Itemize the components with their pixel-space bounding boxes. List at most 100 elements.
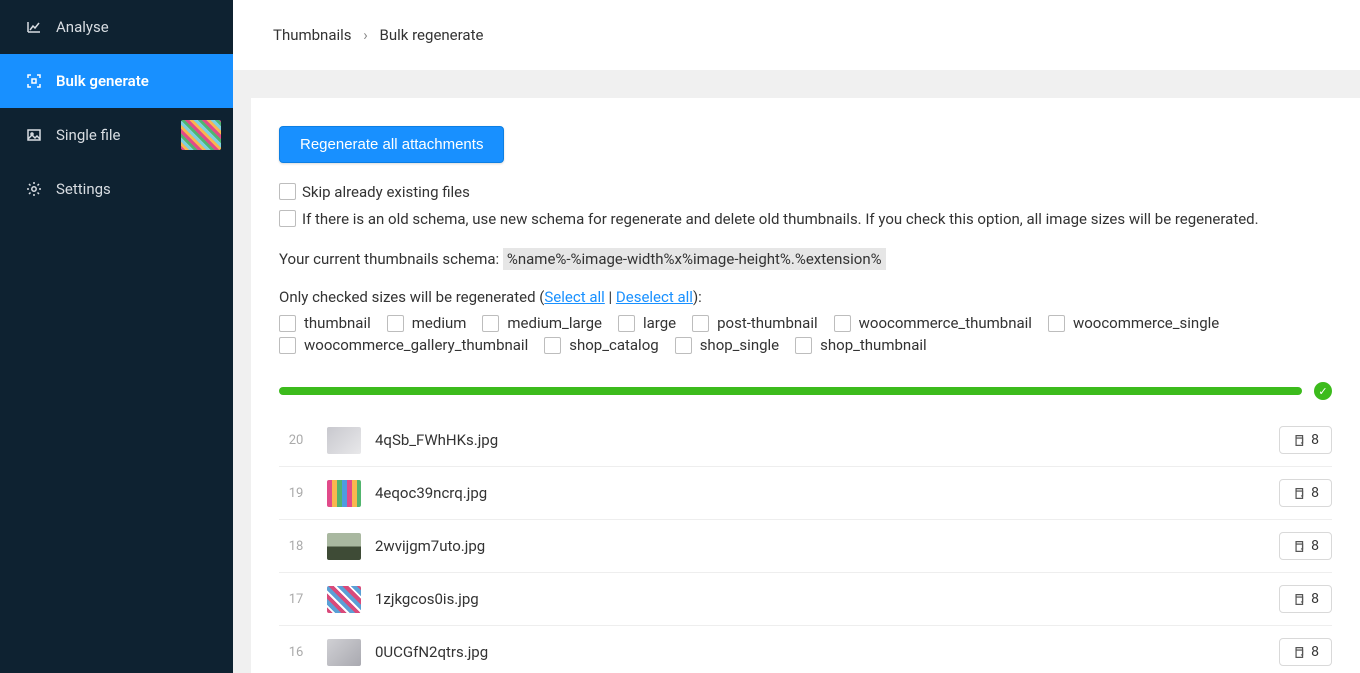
size-option-medium_large: medium_large bbox=[482, 314, 602, 332]
file-count-badge[interactable]: 8 bbox=[1279, 479, 1332, 507]
file-row: 16 0UCGfN2qtrs.jpg 8 bbox=[279, 626, 1332, 673]
file-count: 8 bbox=[1311, 432, 1319, 448]
breadcrumb-root[interactable]: Thumbnails bbox=[273, 26, 352, 44]
size-label: medium_large bbox=[507, 314, 602, 332]
select-all-link[interactable]: Select all bbox=[544, 288, 604, 306]
size-label: medium bbox=[412, 314, 467, 332]
size-option-woocommerce_single: woocommerce_single bbox=[1048, 314, 1219, 332]
old-schema-checkbox[interactable] bbox=[279, 210, 296, 227]
file-thumbnail bbox=[327, 586, 361, 613]
size-label: shop_single bbox=[700, 336, 779, 354]
copy-icon bbox=[1292, 487, 1305, 500]
copy-icon bbox=[1292, 540, 1305, 553]
deselect-all-link[interactable]: Deselect all bbox=[616, 288, 693, 306]
file-count-badge[interactable]: 8 bbox=[1279, 585, 1332, 613]
file-row: 19 4eqoc39ncrq.jpg 8 bbox=[279, 467, 1332, 520]
size-label: woocommerce_single bbox=[1073, 314, 1219, 332]
size-checkbox-large[interactable] bbox=[618, 315, 635, 332]
progress: ✓ bbox=[279, 382, 1332, 400]
size-checkbox-medium_large[interactable] bbox=[482, 315, 499, 332]
file-thumbnail bbox=[327, 427, 361, 454]
file-row: 20 4qSb_FWhHKs.jpg 8 bbox=[279, 414, 1332, 467]
file-number: 19 bbox=[279, 486, 313, 501]
sidebar-item-label: Bulk generate bbox=[56, 72, 149, 90]
size-checkbox-woocommerce_gallery_thumbnail[interactable] bbox=[279, 337, 296, 354]
size-checkbox-woocommerce_single[interactable] bbox=[1048, 315, 1065, 332]
size-label: post-thumbnail bbox=[717, 314, 818, 332]
sidebar-item-label: Analyse bbox=[56, 18, 109, 36]
sizes-intro: Only checked sizes will be regenerated (… bbox=[279, 288, 1332, 306]
size-checkbox-shop_catalog[interactable] bbox=[544, 337, 561, 354]
size-label: large bbox=[643, 314, 676, 332]
size-option-post-thumbnail: post-thumbnail bbox=[692, 314, 818, 332]
size-option-large: large bbox=[618, 314, 676, 332]
file-number: 18 bbox=[279, 539, 313, 554]
file-number: 17 bbox=[279, 592, 313, 607]
size-checkbox-shop_single[interactable] bbox=[675, 337, 692, 354]
check-circle-icon: ✓ bbox=[1314, 382, 1332, 400]
file-name: 4eqoc39ncrq.jpg bbox=[375, 484, 1279, 502]
size-label: shop_catalog bbox=[569, 336, 658, 354]
content-card: Regenerate all attachments Skip already … bbox=[251, 98, 1360, 673]
schema-prefix: Your current thumbnails schema: bbox=[279, 250, 503, 268]
size-option-woocommerce_gallery_thumbnail: woocommerce_gallery_thumbnail bbox=[279, 336, 528, 354]
size-label: thumbnail bbox=[304, 314, 371, 332]
file-thumbnail bbox=[327, 480, 361, 507]
file-name: 1zjkgcos0is.jpg bbox=[375, 590, 1279, 608]
size-checkbox-medium[interactable] bbox=[387, 315, 404, 332]
file-count: 8 bbox=[1311, 538, 1319, 554]
file-count: 8 bbox=[1311, 485, 1319, 501]
file-name: 4qSb_FWhHKs.jpg bbox=[375, 431, 1279, 449]
sizes-row: thumbnail medium medium_large large post-thu… bbox=[279, 314, 1332, 354]
size-option-shop_single: shop_single bbox=[675, 336, 779, 354]
size-label: woocommerce_gallery_thumbnail bbox=[304, 336, 528, 354]
sidebar-item-label: Settings bbox=[56, 180, 111, 198]
gear-icon bbox=[26, 181, 42, 197]
schema-info: Your current thumbnails schema: %name%-%… bbox=[279, 250, 1332, 268]
sidebar-item-single-file[interactable]: Single file bbox=[0, 108, 233, 162]
file-count-badge[interactable]: 8 bbox=[1279, 638, 1332, 666]
sidebar-item-analyse[interactable]: Analyse bbox=[0, 0, 233, 54]
copy-icon bbox=[1292, 593, 1305, 606]
skip-existing-checkbox[interactable] bbox=[279, 183, 296, 200]
file-number: 16 bbox=[279, 645, 313, 660]
size-checkbox-thumbnail[interactable] bbox=[279, 315, 296, 332]
chevron-right-icon: › bbox=[363, 26, 368, 44]
size-option-shop_thumbnail: shop_thumbnail bbox=[795, 336, 927, 354]
skip-existing-label: Skip already existing files bbox=[302, 181, 470, 204]
size-checkbox-post-thumbnail[interactable] bbox=[692, 315, 709, 332]
sidebar-item-label: Single file bbox=[56, 126, 121, 144]
file-count-badge[interactable]: 8 bbox=[1279, 532, 1332, 560]
size-option-medium: medium bbox=[387, 314, 467, 332]
size-checkbox-shop_thumbnail[interactable] bbox=[795, 337, 812, 354]
old-schema-label: If there is an old schema, use new schem… bbox=[302, 208, 1259, 231]
schema-value: %name%-%image-width%x%image-height%.%ext… bbox=[503, 248, 886, 270]
file-count-badge[interactable]: 8 bbox=[1279, 426, 1332, 454]
file-row: 18 2wvijgm7uto.jpg 8 bbox=[279, 520, 1332, 573]
sidebar: Analyse Bulk generate Single file Settin… bbox=[0, 0, 233, 673]
main-content: Thumbnails › Bulk regenerate Regenerate … bbox=[233, 0, 1360, 673]
progress-bar bbox=[279, 387, 1302, 395]
sidebar-item-bulk-generate[interactable]: Bulk generate bbox=[0, 54, 233, 108]
size-checkbox-woocommerce_thumbnail[interactable] bbox=[834, 315, 851, 332]
file-row: 17 1zjkgcos0is.jpg8 bbox=[279, 573, 1332, 626]
breadcrumb: Thumbnails › Bulk regenerate bbox=[233, 0, 1360, 70]
sidebar-preview-thumb bbox=[181, 120, 221, 150]
chart-icon bbox=[26, 19, 42, 35]
regenerate-button[interactable]: Regenerate all attachments bbox=[279, 126, 504, 163]
size-option-shop_catalog: shop_catalog bbox=[544, 336, 658, 354]
copy-icon bbox=[1292, 434, 1305, 447]
sidebar-item-settings[interactable]: Settings bbox=[0, 162, 233, 216]
fullscreen-icon bbox=[26, 73, 42, 89]
file-list: 20 4qSb_FWhHKs.jpg 8 19 4eqoc39ncrq.jpg 8 18 2w… bbox=[279, 414, 1332, 673]
size-label: woocommerce_thumbnail bbox=[859, 314, 1032, 332]
file-name: 2wvijgm7uto.jpg bbox=[375, 537, 1279, 555]
file-thumbnail bbox=[327, 639, 361, 666]
file-number: 20 bbox=[279, 433, 313, 448]
copy-icon bbox=[1292, 646, 1305, 659]
file-count: 8 bbox=[1311, 644, 1319, 660]
file-name: 0UCGfN2qtrs.jpg bbox=[375, 643, 1279, 661]
file-thumbnail bbox=[327, 533, 361, 560]
size-option-woocommerce_thumbnail: woocommerce_thumbnail bbox=[834, 314, 1032, 332]
size-option-thumbnail: thumbnail bbox=[279, 314, 371, 332]
